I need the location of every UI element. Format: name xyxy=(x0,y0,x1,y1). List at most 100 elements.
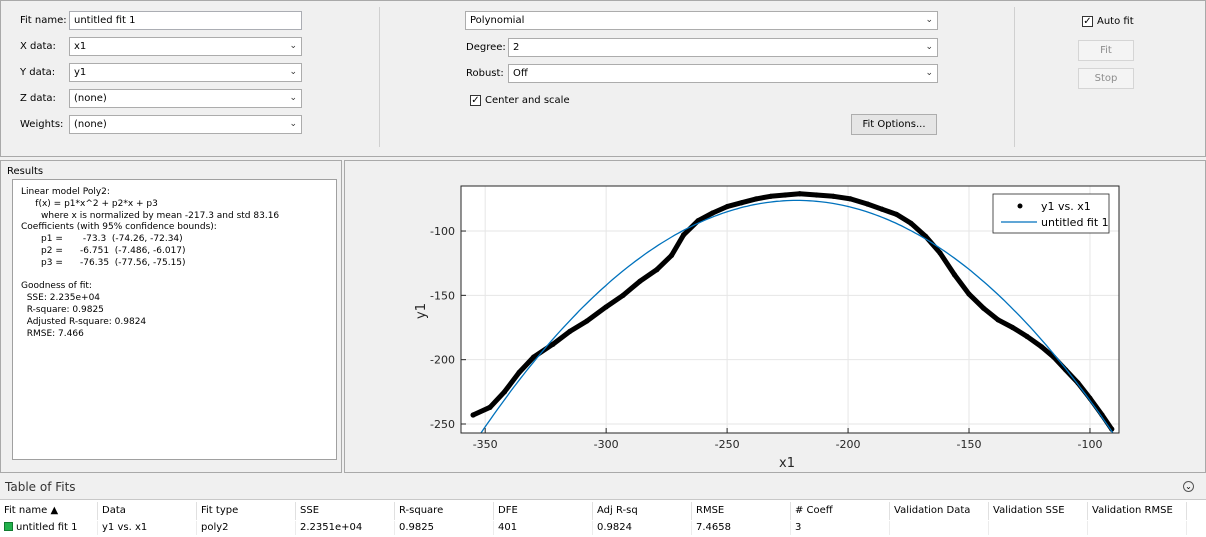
data-point xyxy=(550,341,556,347)
data-point xyxy=(980,305,987,311)
legend-marker-points xyxy=(1017,203,1023,209)
column-header[interactable]: R-square xyxy=(395,502,494,520)
auto-fit-label: Auto fit xyxy=(1097,16,1134,27)
table-of-fits: Fit name ▲ Data Fit type SSE R-square DFE Adj … xyxy=(0,499,1206,537)
y-axis-label: y1 xyxy=(414,303,429,319)
data-point xyxy=(620,292,626,298)
table-cell: poly2 xyxy=(197,521,296,535)
table-of-fits-title: Table of Fits xyxy=(5,480,76,494)
table-row[interactable]: untitled fit 1 y1 vs. x1 poly2 2.2351e+04 0.… xyxy=(0,521,1206,535)
data-point xyxy=(470,412,476,418)
results-panel: Results Linear model Poly2: f(x) = p1*x^… xyxy=(0,160,342,473)
chevron-down-icon: ⌄ xyxy=(925,42,933,52)
data-point xyxy=(951,272,958,278)
results-textbox[interactable]: Linear model Poly2: f(x) = p1*x^2 + p2*x… xyxy=(12,179,337,460)
data-point xyxy=(680,232,687,238)
x-data-label: X data: xyxy=(20,41,56,52)
data-point xyxy=(1024,333,1030,340)
data-point xyxy=(739,200,745,206)
column-header[interactable]: Data xyxy=(98,502,197,520)
y-tick-label: -150 xyxy=(430,289,455,302)
stop-button[interactable]: Stop xyxy=(1078,68,1134,89)
column-header[interactable]: RMSE xyxy=(692,502,791,520)
table-cell xyxy=(1088,521,1187,535)
y-data-select[interactable]: y1 ⌄ xyxy=(69,63,302,82)
data-point xyxy=(864,201,871,207)
weights-select[interactable]: (none) ⌄ xyxy=(69,115,302,134)
collapse-icon[interactable]: ⌄ xyxy=(1183,481,1194,492)
table-cell: 2.2351e+04 xyxy=(296,521,395,535)
fit-options-button[interactable]: Fit Options... xyxy=(851,114,937,135)
column-header[interactable]: Fit name ▲ xyxy=(0,502,98,520)
z-data-value: (none) xyxy=(74,93,107,104)
x-tick-label: -350 xyxy=(473,438,498,451)
chevron-down-icon: ⌄ xyxy=(289,41,297,51)
column-header[interactable]: Adj R-sq xyxy=(593,502,692,520)
legend: y1 vs. x1 untitled fit 1 xyxy=(992,193,1110,234)
column-header[interactable]: Validation RMSE xyxy=(1088,502,1187,520)
table-cell: y1 vs. x1 xyxy=(98,521,197,535)
data-point xyxy=(637,278,643,284)
x-tick-label: -200 xyxy=(836,438,861,451)
x-axis-label: x1 xyxy=(779,456,795,471)
y-tick-label: -100 xyxy=(430,225,455,238)
data-point xyxy=(501,389,508,395)
column-header[interactable]: SSE xyxy=(296,502,395,520)
y-tick-label: -200 xyxy=(430,354,455,367)
center-scale-checkbox[interactable]: ✓ xyxy=(470,95,481,106)
column-header[interactable]: Fit type xyxy=(197,502,296,520)
chevron-down-icon: ⌄ xyxy=(289,67,297,77)
fit-button[interactable]: Fit xyxy=(1078,40,1134,61)
z-data-label: Z data: xyxy=(20,93,56,104)
data-point xyxy=(782,192,788,198)
degree-value: 2 xyxy=(513,42,520,53)
data-point xyxy=(847,196,854,202)
x-data-select[interactable]: x1 ⌄ xyxy=(69,37,302,56)
fit-name-label: Fit name: xyxy=(20,15,67,26)
weights-value: (none) xyxy=(74,119,107,130)
table-cell: untitled fit 1 xyxy=(0,521,98,535)
robust-select[interactable]: Off ⌄ xyxy=(508,64,938,83)
chevron-down-icon: ⌄ xyxy=(289,119,297,129)
results-text: Linear model Poly2: f(x) = p1*x^2 + p2*x… xyxy=(21,187,280,339)
fit-status-icon xyxy=(4,522,13,531)
data-point xyxy=(908,220,914,226)
fit-plot[interactable]: -350 -300 -250 -200 -150 -100 -100 -150 -200 -250… xyxy=(345,161,1205,472)
table-cell: 0.9825 xyxy=(395,521,494,535)
chevron-down-icon: ⌄ xyxy=(925,68,933,78)
auto-fit-checkbox[interactable]: ✓ xyxy=(1082,16,1093,27)
z-data-select[interactable]: (none) ⌄ xyxy=(69,89,302,108)
y-data-label: Y data: xyxy=(20,67,56,78)
data-point xyxy=(724,203,730,210)
data-point xyxy=(995,317,1001,323)
divider xyxy=(1014,7,1015,147)
robust-value: Off xyxy=(513,68,528,79)
data-point xyxy=(603,304,609,310)
table-cell: 401 xyxy=(494,521,593,535)
results-title: Results xyxy=(7,166,44,177)
fit-type-select[interactable]: Polynomial ⌄ xyxy=(465,11,938,30)
data-point xyxy=(487,404,493,410)
degree-select[interactable]: 2 ⌄ xyxy=(508,38,938,57)
data-point xyxy=(768,193,774,199)
robust-label: Robust: xyxy=(466,68,504,79)
data-point xyxy=(830,193,837,199)
table-cell: 3 xyxy=(791,521,890,535)
column-header[interactable]: DFE xyxy=(494,502,593,520)
data-point xyxy=(966,291,972,297)
x-tick-label: -300 xyxy=(594,438,619,451)
data-point xyxy=(893,211,900,217)
chevron-down-icon: ⌄ xyxy=(289,93,297,103)
table-cell xyxy=(890,521,989,535)
plot-panel: -350 -300 -250 -200 -150 -100 -100 -150 -200 -250… xyxy=(344,160,1206,473)
column-header[interactable]: # Coeff xyxy=(791,502,890,520)
table-cell xyxy=(989,521,1088,535)
fit-name-input[interactable]: untitled fit 1 xyxy=(69,11,302,30)
data-point xyxy=(1038,344,1045,350)
column-header[interactable]: Validation SSE xyxy=(989,502,1088,520)
data-point xyxy=(753,196,759,202)
fit-settings-panel: Fit name: untitled fit 1 X data: x1 ⌄ Y … xyxy=(0,0,1206,157)
column-header[interactable]: Validation Data xyxy=(890,502,989,520)
data-point xyxy=(654,267,660,273)
data-point xyxy=(668,252,675,259)
